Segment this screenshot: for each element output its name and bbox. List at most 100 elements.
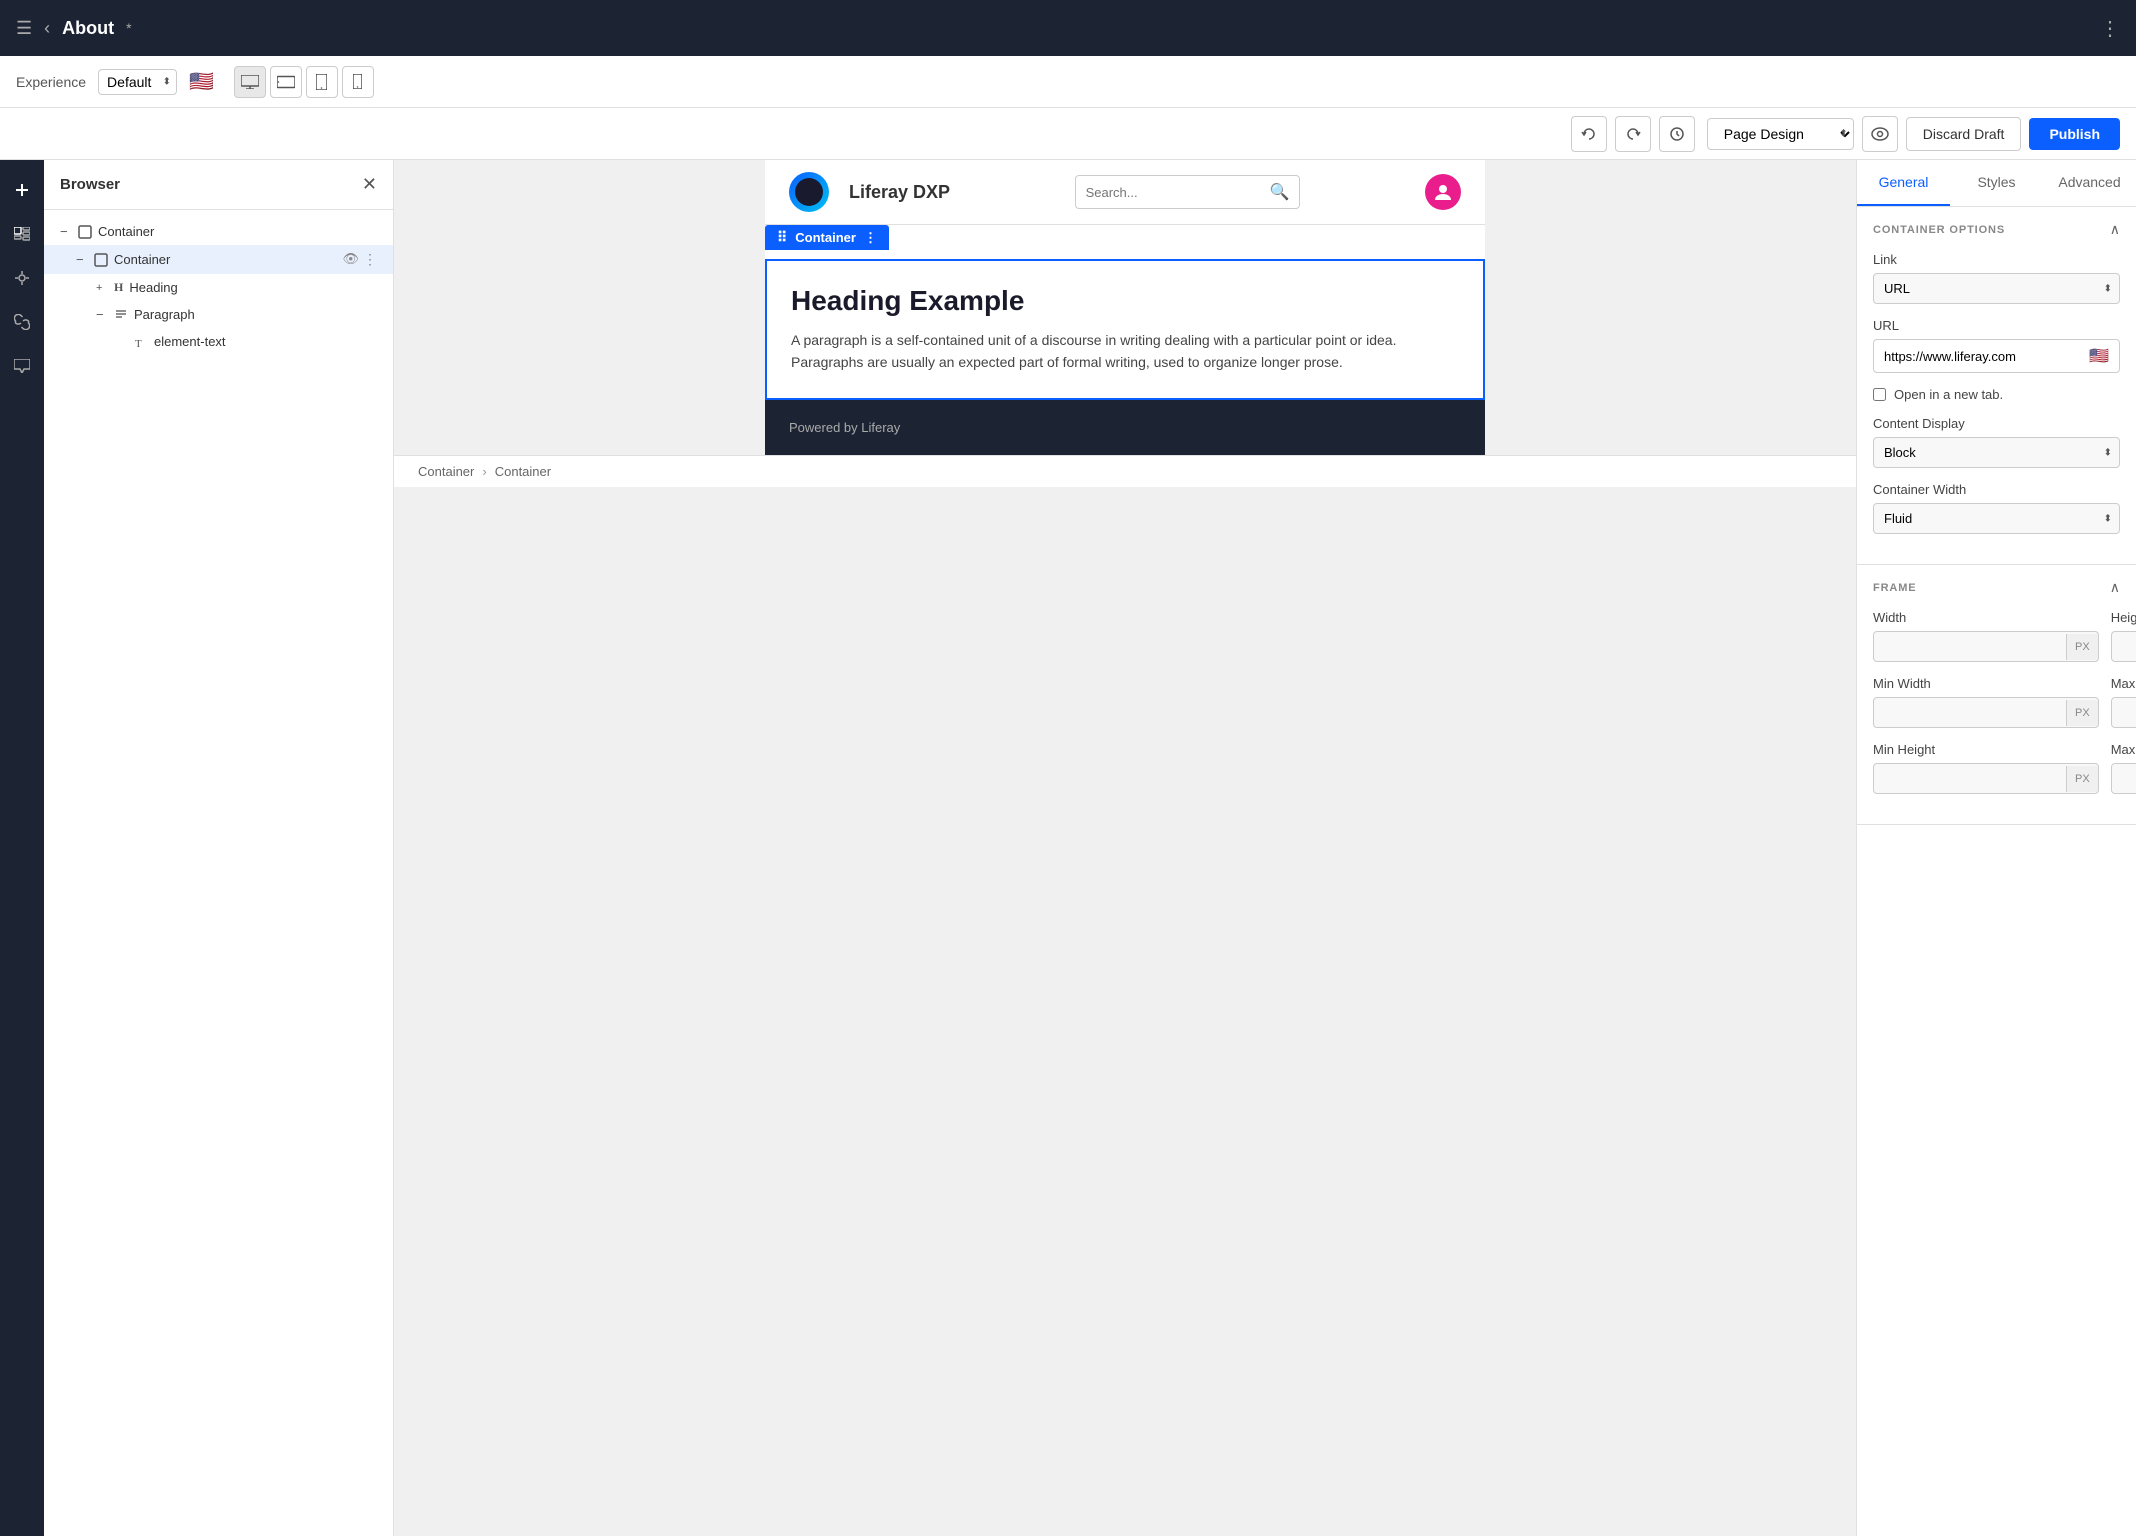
tree-item-paragraph[interactable]: − Paragraph [44, 301, 393, 328]
tree-toggle[interactable]: − [96, 307, 108, 322]
sidebar-toggle-icon[interactable]: ☰ [16, 18, 32, 39]
url-row: 🇺🇸 [1873, 339, 2120, 373]
link-select[interactable]: URL Page Mapped URL [1873, 273, 2120, 304]
container-options-title: CONTAINER OPTIONS [1873, 224, 2005, 236]
paragraph-icon [114, 308, 128, 322]
container-paragraph: A paragraph is a self-contained unit of … [791, 329, 1459, 374]
min-height-label: Min Height [1873, 742, 2099, 757]
back-icon[interactable]: ‹ [44, 18, 50, 39]
section-collapse-icon[interactable]: ∧ [2110, 221, 2120, 238]
new-tab-label: Open in a new tab. [1894, 387, 2003, 402]
heading-type-icon: H [114, 280, 123, 295]
tree-item-heading[interactable]: + H Heading [44, 274, 393, 301]
browser-btn[interactable] [4, 216, 40, 252]
container-width-select[interactable]: Fluid Fixed [1873, 503, 2120, 534]
link-field-row: Link URL Page Mapped URL [1873, 252, 2120, 304]
browser-panel: Browser ✕ − Container − Container 👁 ⋮ [44, 160, 394, 1536]
tree-toggle[interactable]: − [76, 252, 88, 267]
page-search[interactable]: 🔍 [1075, 175, 1301, 209]
min-width-input-wrap: PX [1873, 697, 2099, 728]
top-menu-icon[interactable]: ⋮ [2100, 16, 2120, 41]
drag-handle-icon[interactable]: ⠿ [777, 229, 787, 246]
container-icon [78, 225, 92, 239]
container-options-header[interactable]: CONTAINER OPTIONS ∧ [1857, 207, 2136, 252]
more-icon[interactable]: ⋮ [363, 251, 377, 268]
tab-advanced[interactable]: Advanced [2043, 160, 2136, 206]
tablet-view-btn[interactable] [306, 66, 338, 98]
page-footer: Powered by Liferay [765, 400, 1485, 455]
container-more-icon[interactable]: ⋮ [864, 230, 877, 246]
new-tab-row: Open in a new tab. [1873, 387, 2120, 402]
new-tab-checkbox[interactable] [1873, 388, 1886, 401]
link-btn[interactable] [4, 304, 40, 340]
min-width-input[interactable] [1874, 698, 2066, 727]
max-height-label: Max Height [2111, 742, 2136, 757]
container-options-body: Link URL Page Mapped URL URL 🇺🇸 [1857, 252, 2136, 564]
frame-header[interactable]: FRAME ∧ [1857, 565, 2136, 610]
width-field: Width PX [1873, 610, 2099, 662]
min-width-px-label: PX [2066, 700, 2098, 726]
experience-select[interactable]: Default [98, 69, 177, 95]
container-label: Container [795, 230, 856, 245]
width-input[interactable] [1874, 632, 2066, 661]
content-display-select[interactable]: Block Flex Row Flex Column Grid [1873, 437, 2120, 468]
page-search-input[interactable] [1086, 185, 1262, 200]
container-options-section: CONTAINER OPTIONS ∧ Link URL Page Mapped… [1857, 207, 2136, 565]
frame-title: FRAME [1873, 582, 1917, 594]
container-block[interactable]: Heading Example A paragraph is a self-co… [765, 259, 1485, 400]
comments-btn[interactable] [4, 348, 40, 384]
tab-general[interactable]: General [1857, 160, 1950, 206]
breadcrumb-item-1[interactable]: Container [418, 464, 474, 479]
container-icon [94, 253, 108, 267]
tablet-landscape-view-btn[interactable] [270, 66, 302, 98]
tree-item-label: Heading [129, 280, 377, 295]
page-design-select[interactable]: Page Design [1707, 118, 1854, 150]
eye-icon[interactable]: 👁 [342, 251, 359, 268]
min-max-height-row: Min Height PX Max Height PX [1873, 742, 2120, 808]
history-button[interactable] [1659, 116, 1695, 152]
browser-header: Browser ✕ [44, 160, 393, 210]
experience-label: Experience [16, 74, 86, 90]
container-label-bar: ⠿ Container ⋮ [765, 225, 889, 250]
min-height-input[interactable] [1874, 764, 2066, 793]
height-input[interactable] [2112, 632, 2136, 661]
breadcrumb-item-2[interactable]: Container [495, 464, 551, 479]
browser-close-button[interactable]: ✕ [362, 174, 377, 195]
discard-draft-button[interactable]: Discard Draft [1906, 117, 2022, 151]
tree-toggle[interactable]: − [60, 224, 72, 239]
tree-item-container-root[interactable]: − Container [44, 218, 393, 245]
add-element-btn[interactable] [4, 172, 40, 208]
publish-button[interactable]: Publish [2029, 118, 2120, 150]
url-input[interactable] [1884, 349, 2083, 364]
tree-item-actions: 👁 ⋮ [342, 251, 377, 268]
page-logo [789, 172, 829, 212]
max-width-field: Max Width PX [2111, 676, 2136, 728]
tree-item-label: Container [98, 224, 377, 239]
toolbar: Page Design Discard Draft Publish [0, 108, 2136, 160]
redo-button[interactable] [1615, 116, 1651, 152]
undo-button[interactable] [1571, 116, 1607, 152]
tree-item-label: element-text [154, 334, 377, 349]
tab-styles[interactable]: Styles [1950, 160, 2043, 206]
tree-item-element-text[interactable]: T element-text [44, 328, 393, 355]
text-icon: T [134, 335, 148, 349]
preview-button[interactable] [1862, 116, 1898, 152]
mobile-view-btn[interactable] [342, 66, 374, 98]
content-display-wrap: Block Flex Row Flex Column Grid [1873, 437, 2120, 468]
page-navbar: Liferay DXP 🔍 [765, 160, 1485, 225]
modified-indicator: * [126, 20, 131, 36]
frame-collapse-icon[interactable]: ∧ [2110, 579, 2120, 596]
search-icon: 🔍 [1270, 182, 1290, 202]
top-bar: ☰ ‹ About * ⋮ [0, 0, 2136, 56]
max-width-input[interactable] [2112, 698, 2136, 727]
max-height-input[interactable] [2112, 764, 2136, 793]
max-width-input-wrap: PX [2111, 697, 2136, 728]
desktop-view-btn[interactable] [234, 66, 266, 98]
min-height-field: Min Height PX [1873, 742, 2099, 794]
link-label: Link [1873, 252, 2120, 267]
tree-item-container-child[interactable]: − Container 👁 ⋮ [44, 245, 393, 274]
canvas-inner: Liferay DXP 🔍 ⠿ Container ⋮ [765, 160, 1485, 455]
locale-flag[interactable]: 🇺🇸 [189, 69, 214, 94]
theme-btn[interactable] [4, 260, 40, 296]
tree-toggle[interactable]: + [96, 282, 108, 294]
